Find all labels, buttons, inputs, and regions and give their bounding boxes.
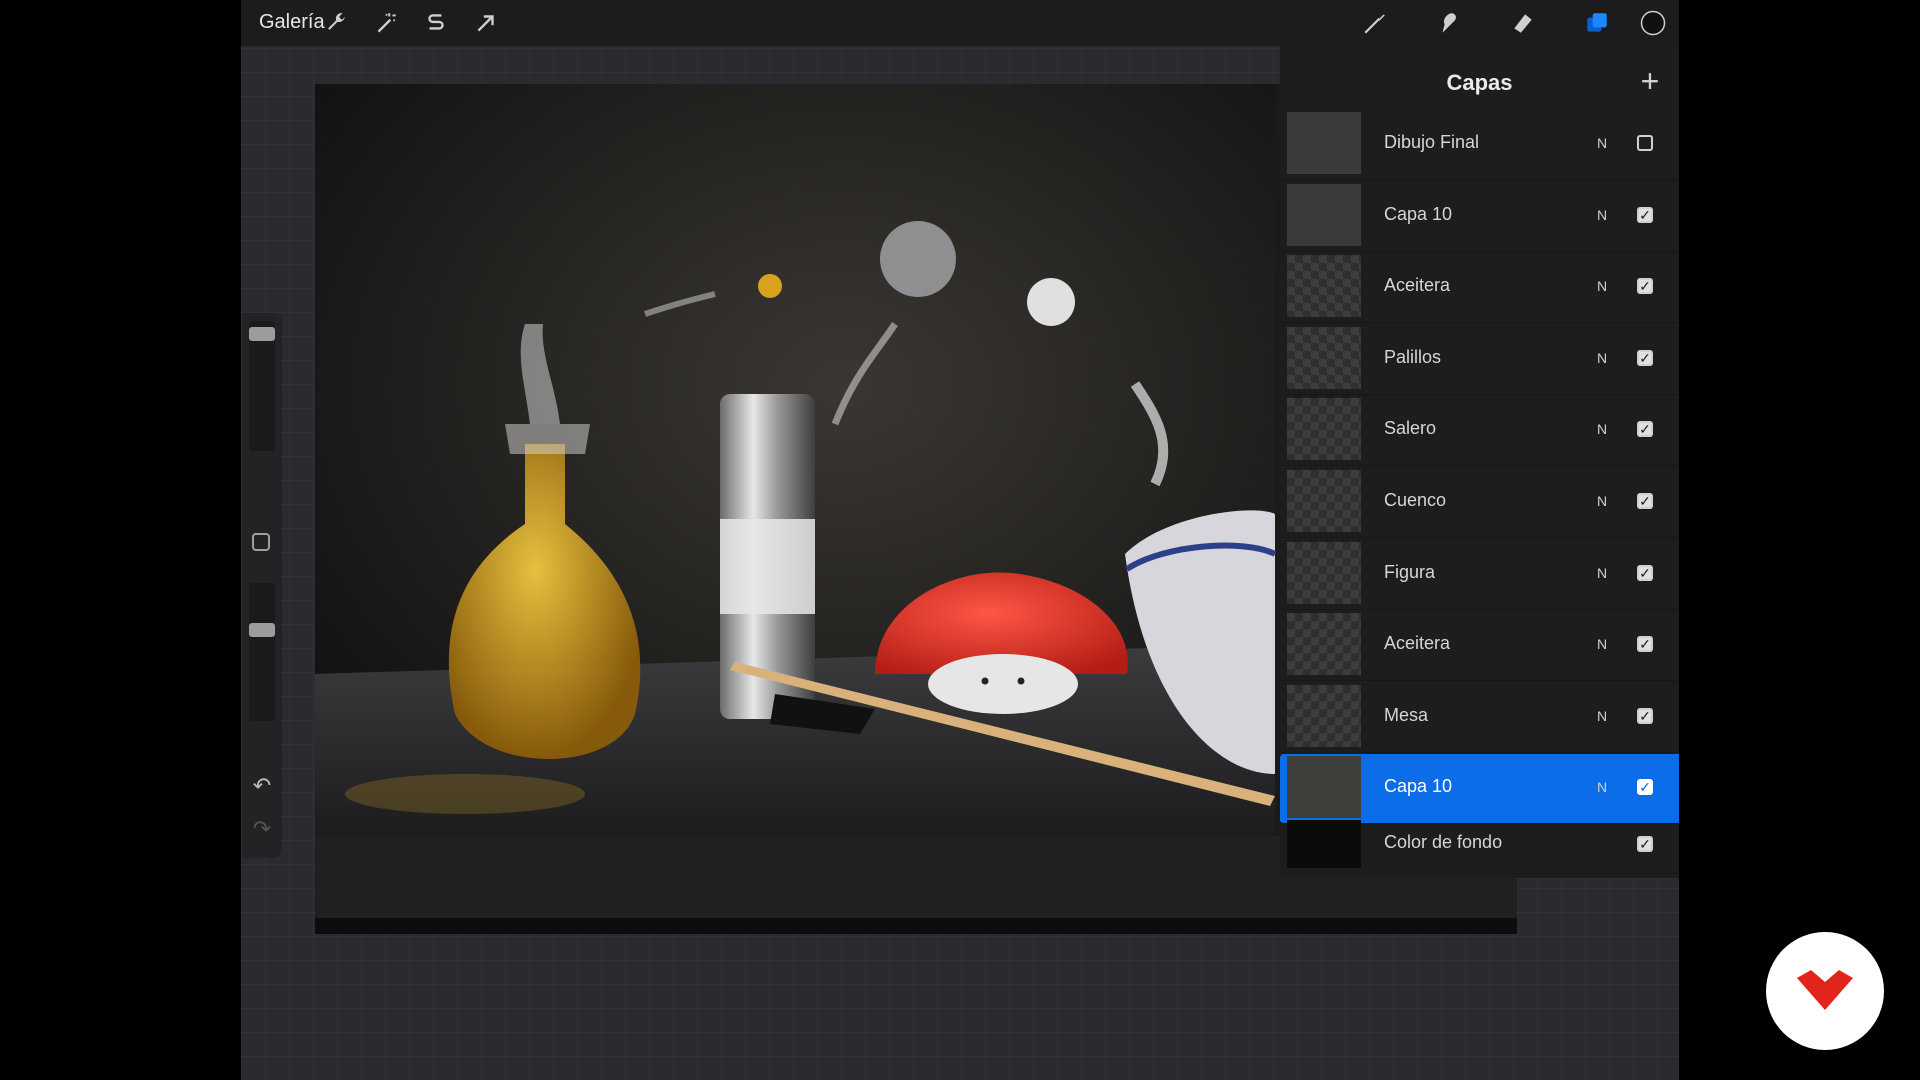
layer-row[interactable]: Dibujo Final N (1280, 110, 1679, 180)
opacity-thumb[interactable] (249, 623, 275, 637)
layer-visibility-checkbox[interactable]: ✓ (1637, 564, 1653, 581)
wrench-icon[interactable] (319, 6, 353, 40)
layer-name[interactable]: Mesa (1384, 705, 1428, 726)
brand-logo-icon (1797, 970, 1853, 1010)
layer-blend-mode[interactable]: N (1597, 207, 1607, 223)
layer-blend-mode[interactable]: N (1597, 708, 1607, 724)
layer-row[interactable]: Aceitera N ✓ (1280, 611, 1679, 682)
layer-name[interactable]: Figura (1384, 562, 1435, 583)
brush-size-slider[interactable] (249, 321, 275, 451)
layer-thumbnail[interactable] (1287, 183, 1361, 246)
layer-visibility-checkbox[interactable] (1637, 135, 1653, 151)
layer-visibility-checkbox[interactable]: ✓ (1637, 493, 1653, 509)
layer-thumbnail[interactable] (1287, 255, 1361, 318)
procreate-app: Galería ↶ ↷ Capas + Dibujo Final N Capa … (241, 0, 1679, 1080)
layer-blend-mode[interactable]: N (1597, 779, 1607, 795)
layer-blend-mode[interactable]: N (1597, 636, 1607, 652)
layer-name[interactable]: Capa 10 (1384, 776, 1452, 797)
layer-visibility-checkbox[interactable]: ✓ (1637, 779, 1653, 796)
layer-visibility-checkbox[interactable]: ✓ (1637, 636, 1653, 653)
layer-name[interactable]: Aceitera (1384, 275, 1450, 296)
layer-name[interactable]: Salero (1384, 418, 1436, 439)
layers-icon[interactable] (1580, 6, 1614, 40)
layer-blend-mode[interactable]: N (1597, 421, 1607, 437)
layers-panel: Capas + Dibujo Final N Capa 10 N ✓ Aceitera N ✓… (1280, 46, 1679, 878)
eraser-icon[interactable] (1506, 6, 1540, 40)
layer-row[interactable]: Palillos N ✓ (1280, 325, 1679, 395)
layer-thumbnail[interactable] (1287, 470, 1361, 532)
layer-row[interactable]: Mesa N ✓ (1280, 683, 1679, 753)
layer-name[interactable]: Capa 10 (1384, 204, 1452, 225)
brush-size-thumb[interactable] (249, 327, 275, 341)
magic-wand-icon[interactable] (369, 6, 403, 40)
layer-name[interactable]: Color de fondo (1384, 832, 1502, 853)
layer-visibility-checkbox[interactable]: ✓ (1637, 707, 1653, 724)
brush-icon[interactable] (1358, 6, 1392, 40)
layers-title: Capas (1446, 70, 1513, 95)
layer-blend-mode[interactable]: N (1597, 493, 1607, 509)
redo-icon[interactable]: ↷ (251, 818, 273, 840)
layer-row[interactable]: Color de fondo ✓ (1280, 818, 1679, 874)
layer-row[interactable]: Salero N ✓ (1280, 396, 1679, 467)
layer-blend-mode[interactable]: N (1597, 135, 1607, 151)
layer-thumbnail[interactable] (1287, 112, 1361, 174)
gallery-button[interactable]: Galería (259, 11, 325, 34)
layer-blend-mode[interactable]: N (1597, 565, 1607, 581)
layer-visibility-checkbox[interactable]: ✓ (1637, 349, 1653, 366)
layer-row[interactable]: Cuenco N ✓ (1280, 468, 1679, 538)
layer-thumbnail[interactable] (1287, 541, 1361, 604)
layer-row[interactable]: Capa 10 N ✓ (1280, 754, 1679, 825)
modify-button[interactable] (252, 533, 270, 551)
layer-row[interactable]: Figura N ✓ (1280, 540, 1679, 610)
layer-thumbnail[interactable] (1287, 756, 1361, 819)
layer-blend-mode[interactable]: N (1597, 350, 1607, 366)
layer-thumbnail[interactable] (1287, 613, 1361, 676)
layer-thumbnail[interactable] (1287, 684, 1361, 747)
layer-thumbnail[interactable] (1287, 820, 1361, 868)
top-toolbar: Galería (241, 0, 1679, 46)
layer-name[interactable]: Dibujo Final (1384, 132, 1479, 153)
layer-thumbnail[interactable] (1287, 398, 1361, 461)
layer-name[interactable]: Palillos (1384, 347, 1441, 368)
left-sidebar: ↶ ↷ (242, 313, 282, 858)
add-layer-button[interactable]: + (1635, 65, 1665, 97)
layer-visibility-checkbox[interactable]: ✓ (1637, 206, 1653, 223)
layer-name[interactable]: Cuenco (1384, 490, 1446, 511)
brand-logo (1766, 932, 1884, 1050)
layer-row[interactable]: Capa 10 N ✓ (1280, 182, 1679, 252)
layer-visibility-checkbox[interactable]: ✓ (1637, 836, 1653, 852)
undo-icon[interactable]: ↶ (251, 775, 273, 797)
layer-visibility-checkbox[interactable]: ✓ (1637, 278, 1653, 295)
selection-s-icon[interactable] (419, 6, 453, 40)
transform-arrow-icon[interactable] (469, 6, 503, 40)
layer-thumbnail[interactable] (1287, 326, 1361, 389)
layer-row[interactable]: Aceitera N ✓ (1280, 253, 1679, 324)
layer-name[interactable]: Aceitera (1384, 633, 1450, 654)
color-swatch-icon[interactable] (1636, 6, 1670, 40)
smudge-icon[interactable] (1432, 6, 1466, 40)
layer-blend-mode[interactable]: N (1597, 278, 1607, 294)
opacity-slider[interactable] (249, 583, 275, 721)
layer-visibility-checkbox[interactable]: ✓ (1637, 421, 1653, 438)
